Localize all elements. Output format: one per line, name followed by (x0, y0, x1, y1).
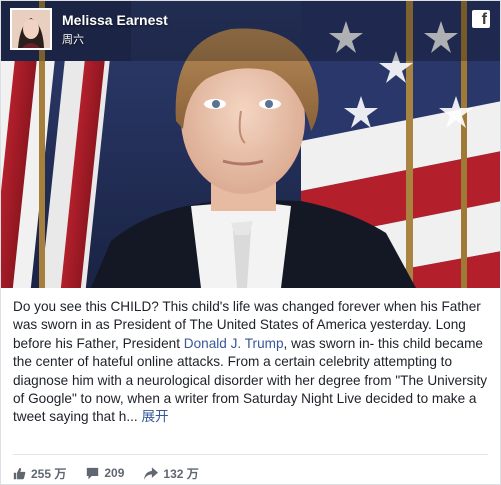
likes-count: 255 万 (31, 466, 67, 481)
post-header: Melissa Earnest 周六 f (1, 1, 500, 61)
avatar-image (12, 10, 50, 48)
facebook-icon[interactable]: f (472, 10, 490, 28)
author-avatar[interactable] (10, 8, 52, 50)
stats-divider (13, 454, 488, 455)
comments-stat[interactable]: 209 (86, 466, 124, 480)
see-more-link[interactable]: 展开 (141, 409, 168, 424)
post-date[interactable]: 周六 (62, 31, 84, 47)
post-photo[interactable]: Melissa Earnest 周六 f (1, 1, 500, 288)
post-card: Melissa Earnest 周六 f Do you see this CHI… (0, 0, 501, 485)
share-arrow-icon (144, 466, 159, 480)
mention-link[interactable]: Donald J. Trump (184, 336, 284, 351)
thumbs-up-icon (13, 467, 26, 479)
author-name[interactable]: Melissa Earnest (62, 12, 168, 28)
comments-count: 209 (104, 466, 125, 480)
engagement-stats: 255 万 209 132 万 (13, 464, 219, 482)
post-text: Do you see this CHILD? This child's life… (13, 298, 491, 427)
shares-count: 132 万 (163, 466, 199, 481)
shares-stat[interactable]: 132 万 (144, 465, 199, 482)
comment-icon (87, 467, 99, 479)
likes-stat[interactable]: 255 万 (13, 465, 66, 482)
